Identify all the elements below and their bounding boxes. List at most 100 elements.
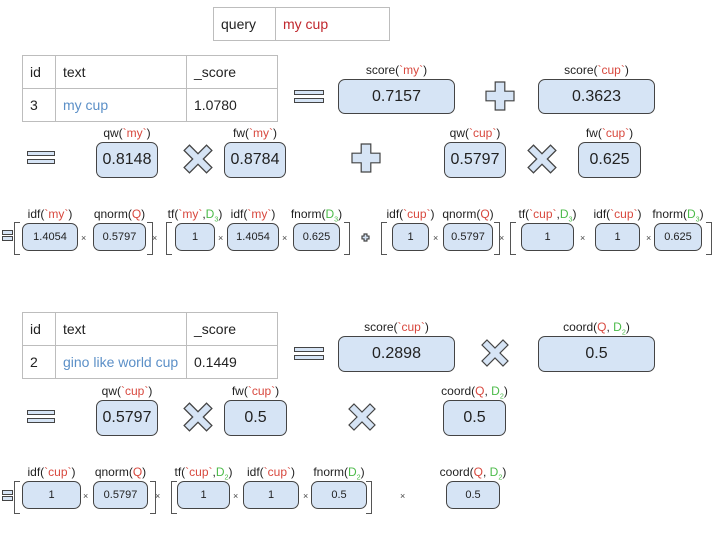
term: `cup` bbox=[529, 207, 557, 221]
label-prefix: fnorm( bbox=[652, 207, 687, 221]
value: 0.625 bbox=[664, 231, 692, 243]
bracket-left bbox=[510, 222, 516, 255]
value-box: 0.5 bbox=[443, 400, 506, 436]
bracket-right bbox=[344, 222, 350, 255]
formula-label: tf(`cup`,D3) bbox=[518, 207, 576, 223]
term: `cup` bbox=[44, 465, 72, 479]
times-small-icon: × bbox=[81, 233, 87, 243]
value: 1.4054 bbox=[33, 231, 67, 243]
value-box: 0.8148 bbox=[96, 142, 158, 178]
term: `cup` bbox=[263, 465, 292, 479]
label-suffix: ) bbox=[625, 320, 630, 334]
value-box: 1 bbox=[177, 481, 230, 509]
value: 0.5797 bbox=[451, 231, 485, 243]
header-score: _score bbox=[186, 55, 278, 89]
value-box: 0.5 bbox=[538, 336, 655, 372]
times-small-icon: × bbox=[580, 233, 586, 243]
value-box: 0.625 bbox=[578, 142, 641, 178]
bracket-left bbox=[381, 222, 387, 255]
label-prefix: qnorm( bbox=[93, 207, 132, 221]
doc-symbol: D bbox=[491, 384, 500, 398]
value: 0.5 bbox=[244, 409, 267, 426]
value-box: 0.5797 bbox=[96, 400, 158, 436]
term: `cup` bbox=[610, 207, 638, 221]
formula-label: fw(`cup`) bbox=[586, 126, 633, 140]
value-box: 1 bbox=[22, 481, 81, 509]
formula-label: idf(`my`) bbox=[231, 207, 276, 221]
formula-label: qnorm(Q) bbox=[442, 207, 493, 221]
label-suffix: ) bbox=[338, 207, 343, 221]
header-id: id bbox=[22, 312, 56, 346]
term: `cup` bbox=[597, 63, 625, 77]
formula-label: fw(`my`) bbox=[233, 126, 277, 140]
formula-label: qw(`cup`) bbox=[450, 126, 501, 140]
value-box: 0.5 bbox=[446, 481, 500, 509]
formula-label: score(`cup`) bbox=[364, 320, 429, 334]
term: `cup` bbox=[247, 384, 276, 398]
value-box: 0.5797 bbox=[93, 223, 146, 251]
equals-icon bbox=[2, 230, 13, 241]
equals-icon bbox=[294, 90, 324, 103]
label-suffix: ) bbox=[489, 207, 494, 221]
value-box: 1 bbox=[392, 223, 429, 251]
times-small-icon: × bbox=[152, 233, 158, 243]
formula-label: coord(Q, D2) bbox=[440, 465, 507, 481]
doc1-result-table: id text _score 3 my cup 1.0780 bbox=[22, 55, 278, 122]
value-box: 0.625 bbox=[293, 223, 340, 251]
times-small-icon: × bbox=[218, 233, 224, 243]
term: `cup` bbox=[397, 320, 425, 334]
doc1-id: 3 bbox=[22, 88, 56, 122]
value: 0.5 bbox=[331, 489, 347, 501]
times-small-icon: × bbox=[303, 491, 309, 501]
label-prefix: fw( bbox=[233, 126, 249, 140]
query-symbol: Q bbox=[473, 465, 484, 479]
query-label: query bbox=[213, 7, 276, 41]
times-small-icon: × bbox=[400, 491, 406, 501]
value: 1 bbox=[191, 231, 199, 243]
label-suffix: ) bbox=[141, 207, 146, 221]
value-box: 0.625 bbox=[654, 223, 702, 251]
value-box: 1 bbox=[521, 223, 574, 251]
label-suffix: ) bbox=[271, 207, 276, 221]
formula-label: tf(`cup`,D2) bbox=[174, 465, 232, 481]
formula-label: fnorm(D3) bbox=[291, 207, 342, 223]
times-small-icon: × bbox=[646, 233, 652, 243]
value: 0.8148 bbox=[102, 151, 152, 168]
plus-icon bbox=[485, 81, 515, 111]
formula-label: fw(`cup`) bbox=[232, 384, 279, 398]
label-suffix: ) bbox=[148, 384, 153, 398]
label-prefix: tf( bbox=[167, 207, 179, 221]
label-suffix: ) bbox=[275, 384, 280, 398]
label-prefix: qnorm( bbox=[442, 207, 481, 221]
label-prefix: qw( bbox=[103, 126, 123, 140]
term: `cup` bbox=[403, 207, 431, 221]
query-symbol: Q bbox=[132, 465, 143, 479]
label-suffix: ) bbox=[146, 126, 151, 140]
label-prefix: coord( bbox=[439, 465, 474, 479]
label-prefix: tf( bbox=[518, 207, 530, 221]
formula-label: coord(Q, D2) bbox=[563, 320, 630, 336]
value-box: 0.8784 bbox=[224, 142, 286, 178]
value-box: 0.5 bbox=[311, 481, 367, 509]
label-prefix: coord( bbox=[441, 384, 476, 398]
formula-label: score(`cup`) bbox=[564, 63, 629, 77]
value: 0.5 bbox=[585, 345, 608, 362]
formula-label: tf(`my`,D3) bbox=[168, 207, 223, 223]
label-prefix: idf( bbox=[593, 207, 611, 221]
times-small-icon: × bbox=[433, 233, 439, 243]
label-suffix: ) bbox=[71, 465, 76, 479]
label-suffix: ) bbox=[629, 126, 634, 140]
label-prefix: tf( bbox=[174, 465, 186, 479]
value: 0.5797 bbox=[102, 231, 137, 243]
query-symbol: Q bbox=[480, 207, 490, 221]
doc-symbol: D bbox=[205, 207, 215, 221]
value-box: 1 bbox=[595, 223, 640, 251]
value: 0.8784 bbox=[230, 151, 280, 168]
label-suffix: ) bbox=[624, 63, 629, 77]
times-small-icon: × bbox=[499, 233, 505, 243]
bracket-right bbox=[706, 222, 712, 255]
equals-icon bbox=[27, 410, 55, 423]
label-suffix: ) bbox=[68, 207, 73, 221]
times-small-icon: × bbox=[83, 491, 89, 501]
label-suffix: ) bbox=[424, 320, 429, 334]
